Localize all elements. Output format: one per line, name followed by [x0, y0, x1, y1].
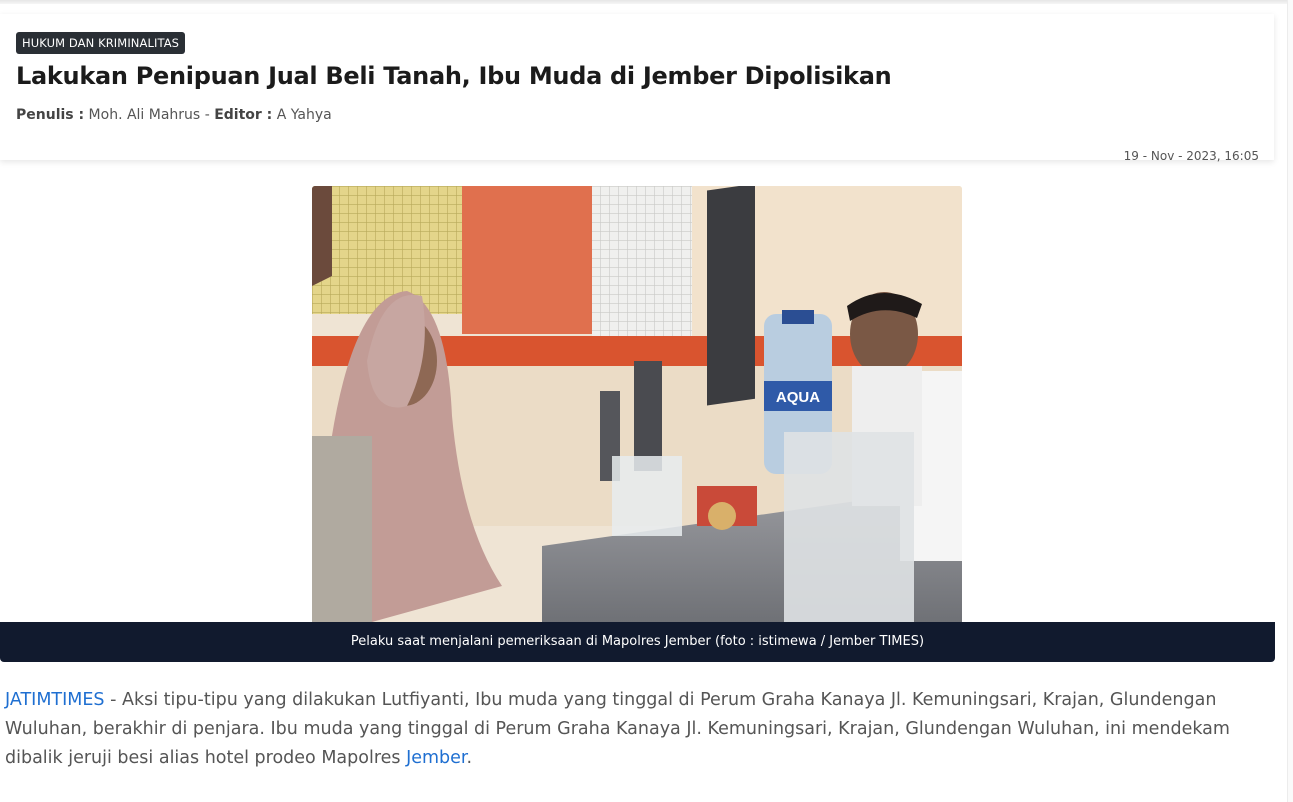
- page-scrollbar[interactable]: [1287, 0, 1293, 802]
- top-shadow-bar: [0, 0, 1293, 4]
- writer-name: Moh. Ali Mahrus: [88, 107, 201, 123]
- editor-label: Editor :: [214, 107, 273, 123]
- photo-caption: Pelaku saat menjalani pemeriksaan di Map…: [0, 622, 1275, 662]
- body-text-end: .: [466, 748, 473, 768]
- editor-name: A Yahya: [276, 107, 332, 123]
- writer-label: Penulis :: [16, 107, 85, 123]
- byline: Penulis : Moh. Ali Mahrus - Editor : A Y…: [16, 107, 332, 123]
- article-photo: AQUA: [312, 186, 962, 622]
- category-badge[interactable]: HUKUM DAN KRIMINALITAS: [16, 32, 186, 54]
- bottle-label: AQUA: [776, 389, 820, 406]
- jember-tag-link[interactable]: Jember: [406, 748, 466, 768]
- article-title: Lakukan Penipuan Jual Beli Tanah, Ibu Mu…: [16, 62, 892, 90]
- publish-date: 19 - Nov - 2023, 16:05: [1123, 149, 1259, 163]
- source-link[interactable]: JATIMTIMES: [5, 690, 105, 710]
- body-text-part1: - Aksi tipu-tipu yang dilakukan Lutfiyan…: [5, 690, 1230, 768]
- article-body: JATIMTIMES - Aksi tipu-tipu yang dilakuk…: [5, 686, 1255, 773]
- byline-separator: -: [204, 107, 210, 123]
